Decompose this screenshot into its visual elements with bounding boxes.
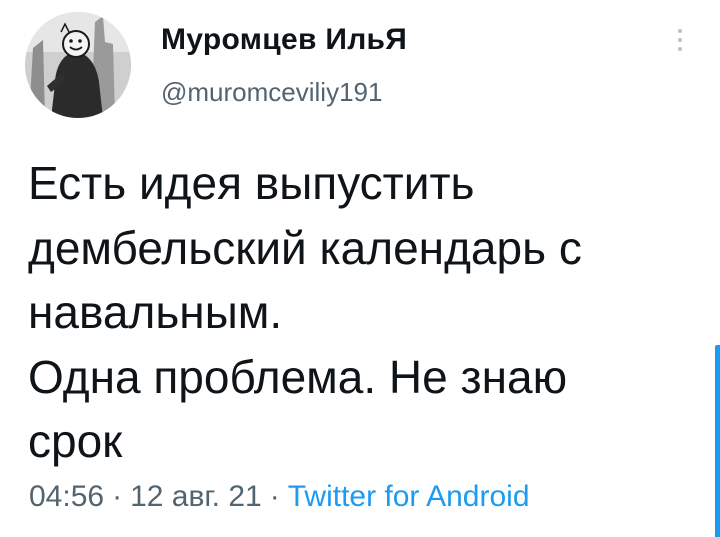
tweet-meta: 04:56 · 12 авг. 21 · Twitter for Android [29,478,530,516]
tweet-source-link[interactable]: Twitter for Android [288,480,530,513]
tweet-text: Есть идея выпустить дембельский календар… [28,157,582,467]
vertical-ellipsis-icon [678,29,682,33]
vertical-ellipsis-icon-dot [678,38,682,42]
tweet-time[interactable]: 04:56 [29,480,104,513]
more-options-button[interactable] [668,22,692,58]
tweet-date[interactable]: 12 авг. 21 [130,480,262,513]
meta-separator: · [112,480,123,513]
vertical-ellipsis-icon-dot [678,47,682,51]
meta-separator: · [269,480,280,513]
author-username[interactable]: @muromceviliy191 [161,76,382,108]
avatar[interactable] [25,12,131,118]
scrollbar[interactable] [715,345,720,537]
tweet-card: Муромцев ИльЯ @muromceviliy191 Есть идея… [0,0,720,537]
avatar-image [25,12,131,118]
author-display-name[interactable]: Муромцев ИльЯ [161,22,407,58]
